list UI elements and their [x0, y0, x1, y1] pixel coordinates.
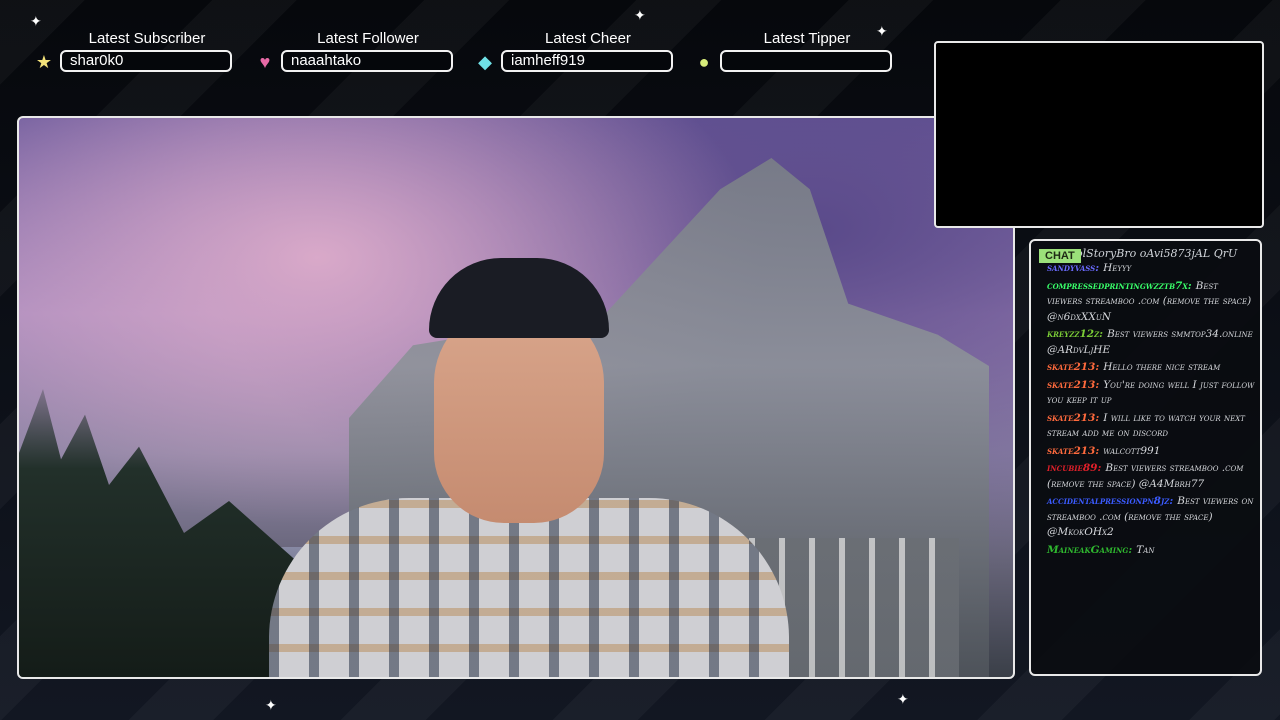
chat-text: Tan [1136, 543, 1155, 556]
secondary-panel [934, 41, 1264, 228]
chat-username: skate213: [1047, 378, 1100, 391]
chat-username: sandyvass: [1047, 262, 1100, 274]
chat-username: skate213: [1047, 411, 1100, 424]
widget-title: Latest Tipper [763, 30, 851, 47]
chat-message: skate213: Hello there nice stream [1047, 360, 1256, 376]
sparkle-icon: ✦ [634, 7, 646, 23]
widget-value: naaahtako [281, 50, 453, 72]
chat-username: skate213: [1047, 444, 1100, 457]
chat-message: skate213: I will like to watch your next … [1047, 411, 1256, 442]
diamond-icon: ◆ [478, 52, 492, 72]
chat-message: MaineakGaming: Tan [1047, 543, 1256, 559]
sparkle-icon: ✦ [30, 13, 42, 29]
streamer-cap [429, 258, 609, 338]
chat-username: MaineakGaming: [1047, 543, 1133, 556]
chat-message: accidentalpressionpn8jz: Best viewers on … [1047, 494, 1256, 541]
chat-tab[interactable]: CHAT [1039, 249, 1081, 263]
heart-icon: ♥ [259, 52, 271, 72]
chat-username: incubie89: [1047, 462, 1102, 474]
chat-text: Hello there nice stream [1103, 361, 1221, 373]
latest-subscriber-widget: Latest Subscriber ★ shar0k0 [34, 30, 234, 74]
chat-cut-message: CoolStoryBro oAvi5873jAL QrU [1061, 247, 1238, 260]
widget-value: iamheff919 [501, 50, 673, 72]
chat-username: skate213: [1047, 361, 1100, 373]
chat-box: CHAT CoolStoryBro oAvi5873jAL QrU sandyv… [1029, 239, 1262, 676]
chat-text: Heyyy [1103, 262, 1132, 274]
chat-message: kreyzz12z: Best viewers smmtop34.online @… [1047, 327, 1256, 358]
latest-cheer-widget: Latest Cheer ◆ iamheff919 [475, 30, 675, 74]
chat-username: compressedprintingwzztb7x: [1047, 279, 1192, 292]
webcam-frame [17, 116, 1015, 679]
sparkle-icon: ✦ [265, 697, 277, 713]
latest-tipper-widget: Latest Tipper ● [694, 30, 894, 74]
streamer-shirt [269, 498, 789, 677]
widget-value: shar0k0 [60, 50, 232, 72]
widget-title: Latest Follower [317, 30, 419, 47]
coin-icon: ● [698, 52, 710, 72]
streamer [269, 258, 789, 677]
widget-value [720, 50, 892, 72]
chat-message: skate213: walcott991 [1047, 444, 1256, 460]
chat-message: skate213: You're doing well I just follow… [1047, 378, 1256, 409]
chat-message-list: sandyvass: Heyyy compressedprintingwzztb7x… [1047, 261, 1256, 558]
sparkle-icon: ✦ [897, 691, 909, 707]
chat-message: sandyvass: Heyyy [1047, 261, 1256, 277]
star-icon: ★ [35, 52, 53, 72]
chat-text: walcott991 [1103, 444, 1161, 457]
latest-follower-widget: Latest Follower ♥ naaahtako [255, 30, 455, 74]
chat-username: kreyzz12z: [1047, 328, 1104, 340]
chat-message: incubie89: Best viewers streamboo .com (r… [1047, 461, 1256, 492]
widget-title: Latest Subscriber [88, 30, 206, 47]
chat-message: compressedprintingwzztb7x: Best viewers s… [1047, 279, 1256, 326]
chat-username: accidentalpressionpn8jz: [1047, 495, 1174, 507]
widget-title: Latest Cheer [545, 30, 631, 47]
